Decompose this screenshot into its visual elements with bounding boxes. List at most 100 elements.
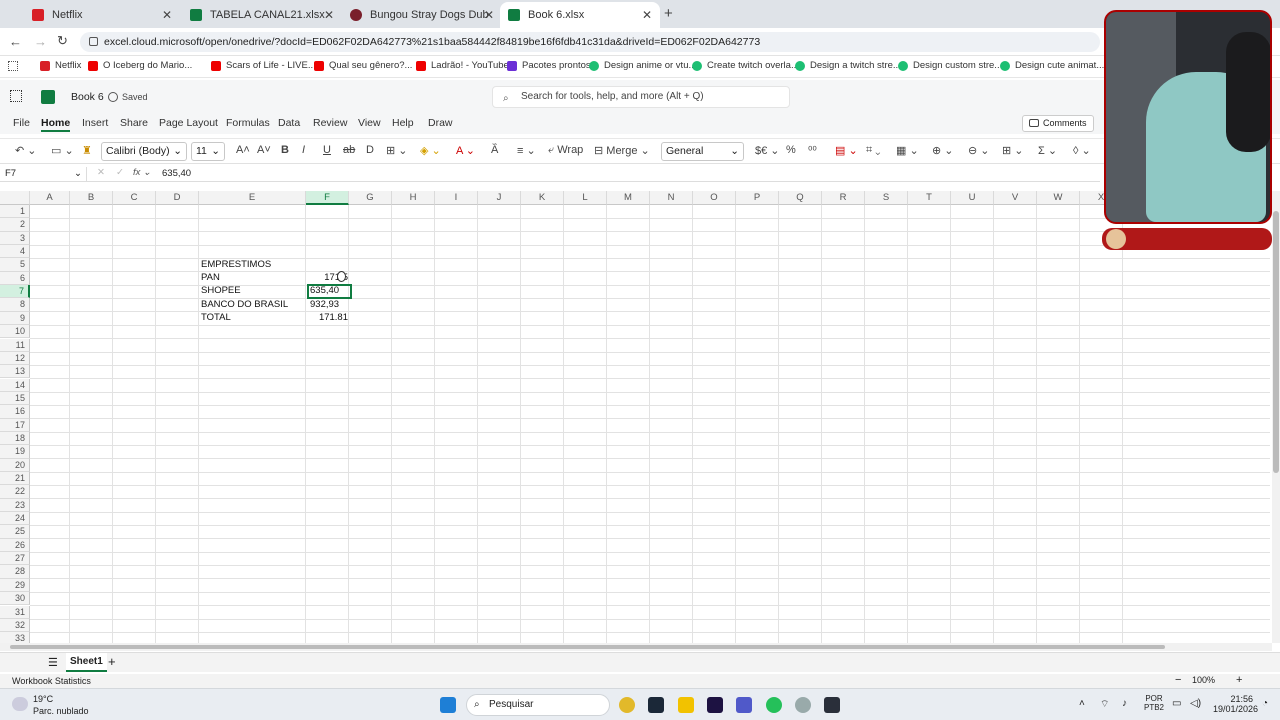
bookmark[interactable]: Ladrão! - YouTube — [416, 60, 509, 71]
name-box[interactable]: F7 ⌄ — [5, 167, 87, 181]
underline-icon[interactable]: U — [323, 144, 331, 156]
column-header-b[interactable]: B — [70, 191, 113, 205]
sheets-menu-icon[interactable]: ☰ — [48, 656, 58, 669]
after-effects-icon[interactable] — [707, 697, 723, 713]
font-size-select[interactable]: 11 ⌄ — [191, 142, 225, 161]
column-header-p[interactable]: P — [736, 191, 779, 205]
conditional-format-icon[interactable]: ▤ ⌄ — [835, 144, 858, 157]
font-color-icon[interactable]: A ⌄ — [456, 144, 475, 157]
format-cells-icon[interactable]: ⊞ ⌄ — [1002, 144, 1024, 157]
column-header-t[interactable]: T — [908, 191, 951, 205]
app-launcher-icon[interactable] — [10, 90, 22, 102]
subscript-icon[interactable]: D — [366, 144, 374, 156]
row-header-18[interactable]: 18 — [0, 431, 30, 446]
row-header-13[interactable]: 13 — [0, 365, 30, 379]
row-header-8[interactable]: 8 — [0, 298, 30, 312]
workbook-statistics[interactable]: Workbook Statistics — [12, 676, 91, 686]
merge-button[interactable]: ⊟ Merge ⌄ — [594, 144, 650, 157]
chevron-up-icon[interactable]: ˄ — [1079, 698, 1085, 709]
cell-e7[interactable]: SHOPEE — [201, 284, 241, 297]
language-indicator[interactable]: POR PTB2 — [1144, 694, 1164, 712]
bookmark[interactable]: Netflix — [40, 60, 81, 71]
cell-styles-icon[interactable]: ▦ ⌄ — [896, 144, 919, 157]
reload-icon[interactable]: ↻ — [57, 33, 68, 49]
chrome-icon[interactable] — [619, 697, 635, 713]
cell-e9[interactable]: TOTAL — [201, 311, 231, 324]
document-title[interactable]: Book 6 — [71, 91, 104, 103]
close-icon[interactable]: ✕ — [162, 8, 172, 22]
close-icon[interactable]: ✕ — [642, 8, 652, 22]
menu-review[interactable]: Review — [313, 117, 347, 129]
horizontal-scrollbar[interactable] — [0, 643, 1272, 651]
menu-page-layout[interactable]: Page Layout — [159, 117, 218, 129]
menu-home[interactable]: Home — [41, 117, 71, 132]
scroll-thumb[interactable] — [1273, 211, 1279, 473]
row-header-10[interactable]: 10 — [0, 325, 30, 339]
column-header-r[interactable]: R — [822, 191, 865, 205]
close-icon[interactable]: ✕ — [484, 8, 494, 22]
weather-temp[interactable]: 19°C — [33, 694, 53, 704]
undo-icon[interactable]: ↶ ⌄ — [15, 144, 37, 157]
volume-icon[interactable]: ◁) — [1190, 698, 1201, 709]
menu-share[interactable]: Share — [120, 117, 148, 129]
column-header-a[interactable]: A — [30, 191, 70, 205]
forward-icon[interactable]: → — [34, 34, 47, 49]
bookmark[interactable]: O Iceberg do Mario... — [88, 60, 192, 71]
decrease-font-icon[interactable]: A˅ — [257, 144, 271, 156]
formula-cancel-icon[interactable]: ✕ — [97, 167, 105, 178]
row-header-30[interactable]: 30 — [0, 592, 30, 606]
row-header-28[interactable]: 28 — [0, 565, 30, 579]
bookmark[interactable]: Scars of Life - LIVE... — [211, 60, 316, 71]
row-header-14[interactable]: 14 — [0, 378, 30, 392]
steam-icon[interactable] — [648, 697, 664, 713]
text-effects-icon[interactable]: A᷈ — [491, 144, 498, 156]
clock[interactable]: 21:56 19/01/2026 — [1213, 694, 1258, 714]
cell-e6[interactable]: PAN — [201, 271, 220, 284]
autosum-icon[interactable]: Σ ⌄ — [1038, 144, 1057, 157]
tab-book6[interactable]: Book 6.xlsx ✕ — [500, 2, 660, 28]
bookmark[interactable]: Create twitch overla... — [692, 60, 799, 71]
formula-input[interactable]: 635,40 — [162, 168, 191, 179]
column-header-m[interactable]: M — [607, 191, 650, 205]
borders-icon[interactable]: ⊞ ⌄ — [386, 144, 408, 157]
menu-draw[interactable]: Draw — [428, 117, 453, 129]
zoom-out-icon[interactable]: − — [1175, 674, 1181, 686]
sheet-tab[interactable]: Sheet1 — [66, 653, 107, 672]
row-header-20[interactable]: 20 — [0, 458, 30, 472]
apps-icon[interactable] — [8, 61, 18, 71]
tab-tabela[interactable]: TABELA CANAL21.xlsx ✕ — [182, 2, 342, 28]
notification-icon[interactable]: ◔ — [1262, 698, 1268, 709]
row-header-4[interactable]: 4 — [0, 245, 30, 259]
row-header-1[interactable]: 1 — [0, 205, 30, 219]
column-header-k[interactable]: K — [521, 191, 564, 205]
bookmark[interactable]: Design custom stre... — [898, 60, 1002, 71]
row-header-6[interactable]: 6 — [0, 271, 30, 286]
row-header-21[interactable]: 21 — [0, 472, 30, 486]
whatsapp-icon[interactable] — [766, 697, 782, 713]
align-icon[interactable]: ≡ ⌄ — [517, 144, 536, 157]
delete-cells-icon[interactable]: ⊖ ⌄ — [968, 144, 990, 157]
column-header-j[interactable]: J — [478, 191, 521, 205]
column-header-c[interactable]: C — [113, 191, 156, 205]
strikethrough-icon[interactable]: ab — [343, 144, 355, 156]
back-icon[interactable]: ← — [9, 34, 22, 49]
row-header-5[interactable]: 5 — [0, 258, 30, 272]
bookmark[interactable]: Qual seu gênero?... — [314, 60, 412, 71]
menu-formulas[interactable]: Formulas — [226, 117, 270, 129]
cell-f9[interactable]: 171.81 — [308, 311, 348, 324]
row-header-22[interactable]: 22 — [0, 485, 30, 499]
formula-enter-icon[interactable]: ✓ — [116, 167, 124, 178]
row-header-19[interactable]: 19 — [0, 445, 30, 459]
row-header-15[interactable]: 15 — [0, 391, 30, 406]
teams-icon[interactable] — [736, 697, 752, 713]
add-sheet-button[interactable]: + — [108, 654, 116, 669]
cell-e5[interactable]: EMPRESTIMOS — [201, 258, 271, 271]
tab-bungou[interactable]: Bungou Stray Dogs Dublado Ep✕ — [342, 2, 502, 28]
menu-file[interactable]: File — [13, 117, 30, 129]
format-painter-icon[interactable]: ♜ — [82, 144, 92, 157]
close-icon[interactable]: ✕ — [324, 8, 334, 22]
column-header-n[interactable]: N — [650, 191, 693, 205]
wrap-button[interactable]: ⤶ Wrap — [548, 144, 583, 157]
column-header-u[interactable]: U — [951, 191, 994, 205]
site-info-icon[interactable] — [89, 37, 98, 46]
